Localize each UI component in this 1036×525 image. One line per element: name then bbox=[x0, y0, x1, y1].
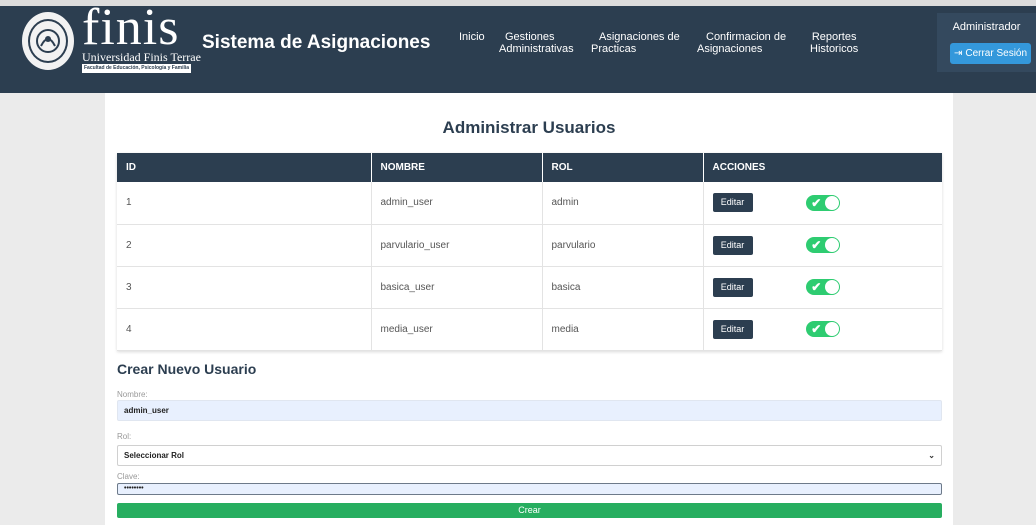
brand-faculty-name: Facultad de Educación, Psicología y Fami… bbox=[82, 64, 192, 73]
password-input[interactable]: •••••••• bbox=[117, 483, 942, 495]
nav-asignaciones-line1: Asignaciones de bbox=[599, 31, 680, 43]
cell-rol: media bbox=[542, 308, 704, 351]
app-title: Sistema de Asignaciones bbox=[202, 32, 431, 53]
rol-select[interactable]: Seleccionar Rol ⌄ bbox=[117, 445, 942, 466]
brand-university-name: Universidad Finis Terrae bbox=[82, 50, 201, 64]
check-icon: ✔ bbox=[811, 322, 822, 336]
nav-gestiones-line2: Administrativas bbox=[499, 43, 574, 55]
nav-reportes-line2: Historicos bbox=[810, 43, 859, 55]
users-table: ID NOMBRE ROL ACCIONES 1 admin_user admi… bbox=[117, 153, 942, 351]
cell-nombre: basica_user bbox=[371, 266, 543, 309]
logout-icon: ⇥ bbox=[953, 48, 963, 59]
password-label: Clave: bbox=[117, 472, 140, 481]
column-header-id: ID bbox=[117, 153, 372, 182]
cell-acciones: Editar ✔ bbox=[703, 182, 942, 225]
table-row: 1 admin_user admin Editar ✔ bbox=[117, 182, 942, 225]
table-row: 3 basica_user basica Editar ✔ bbox=[117, 266, 942, 309]
column-header-nombre: NOMBRE bbox=[371, 153, 543, 182]
cell-nombre: admin_user bbox=[371, 182, 543, 225]
toggle-knob bbox=[825, 322, 840, 336]
nav-asignaciones-practicas[interactable]: Asignaciones de Practicas bbox=[591, 31, 680, 55]
nav-reportes-historicos[interactable]: Reportes Historicos bbox=[810, 31, 858, 55]
cell-rol: parvulario bbox=[542, 224, 704, 267]
name-label: Nombre: bbox=[117, 390, 148, 399]
nav-confirmacion-line1: Confirmacion de bbox=[706, 31, 787, 43]
cell-nombre: parvulario_user bbox=[371, 224, 543, 267]
nav-reportes-line1: Reportes bbox=[811, 31, 857, 43]
edit-button[interactable]: Editar bbox=[712, 235, 753, 255]
user-role-label: Administrador bbox=[952, 21, 1021, 33]
table-row: 4 media_user media Editar ✔ bbox=[117, 308, 942, 351]
nav-gestiones-line1: Gestiones bbox=[505, 31, 555, 43]
create-user-title: Crear Nuevo Usuario bbox=[117, 361, 257, 377]
cell-acciones: Editar ✔ bbox=[703, 308, 942, 351]
active-toggle[interactable]: ✔ bbox=[806, 194, 841, 211]
nav-asignaciones-line2: Practicas bbox=[591, 43, 637, 55]
nav-confirmacion-asignaciones[interactable]: Confirmacion de Asignaciones bbox=[697, 31, 786, 55]
nav-gestiones-administrativas[interactable]: Gestiones Administrativas bbox=[499, 31, 574, 55]
check-icon: ✔ bbox=[811, 238, 822, 252]
logout-button[interactable]: ⇥ Cerrar Sesión bbox=[950, 43, 1031, 64]
brand-wordmark: finis bbox=[82, 0, 180, 56]
nav-confirmacion-line2: Asignaciones bbox=[697, 43, 763, 55]
main-panel: Administrar Usuarios ID NOMBRE ROL ACCIO… bbox=[105, 93, 953, 525]
rol-select-value: Seleccionar Rol bbox=[124, 451, 185, 460]
cell-acciones: Editar ✔ bbox=[703, 266, 942, 309]
active-toggle[interactable]: ✔ bbox=[806, 237, 841, 253]
logout-label: Cerrar Sesión bbox=[965, 48, 1028, 59]
column-header-rol: ROL bbox=[542, 153, 704, 182]
toggle-knob bbox=[825, 280, 840, 294]
toggle-knob bbox=[825, 238, 840, 252]
edit-button[interactable]: Editar bbox=[712, 319, 753, 339]
cell-id: 4 bbox=[117, 308, 372, 351]
cell-nombre: media_user bbox=[371, 308, 543, 351]
password-input-value: •••••••• bbox=[124, 485, 144, 492]
create-user-button[interactable]: Crear bbox=[117, 503, 942, 518]
check-icon: ✔ bbox=[811, 195, 822, 210]
cell-id: 3 bbox=[117, 266, 372, 309]
edit-button[interactable]: Editar bbox=[712, 277, 753, 297]
column-header-acciones: ACCIONES bbox=[703, 153, 942, 182]
check-icon: ✔ bbox=[811, 280, 822, 294]
edit-button[interactable]: Editar bbox=[712, 193, 753, 213]
cell-rol: basica bbox=[542, 266, 704, 309]
name-input-value: admin_user bbox=[124, 406, 169, 415]
user-panel: Administrador ⇥ Cerrar Sesión bbox=[937, 13, 1036, 72]
cell-id: 2 bbox=[117, 224, 372, 267]
table-header-row: ID NOMBRE ROL ACCIONES bbox=[117, 153, 942, 182]
cell-acciones: Editar ✔ bbox=[703, 224, 942, 267]
university-seal-icon bbox=[20, 10, 76, 72]
app-header: finis Universidad Finis Terrae Facultad … bbox=[0, 0, 1036, 93]
cell-rol: admin bbox=[542, 182, 704, 225]
table-row: 2 parvulario_user parvulario Editar ✔ bbox=[117, 224, 942, 267]
nav-inicio[interactable]: Inicio bbox=[459, 31, 485, 43]
chevron-down-icon: ⌄ bbox=[928, 451, 935, 460]
page-title: Administrar Usuarios bbox=[442, 118, 616, 137]
name-input[interactable]: admin_user bbox=[117, 400, 942, 421]
active-toggle[interactable]: ✔ bbox=[806, 321, 841, 337]
active-toggle[interactable]: ✔ bbox=[806, 279, 841, 295]
cell-id: 1 bbox=[117, 182, 372, 225]
university-logo[interactable]: finis Universidad Finis Terrae Facultad … bbox=[20, 2, 201, 73]
toggle-knob bbox=[825, 195, 840, 210]
rol-label: Rol: bbox=[117, 432, 132, 441]
